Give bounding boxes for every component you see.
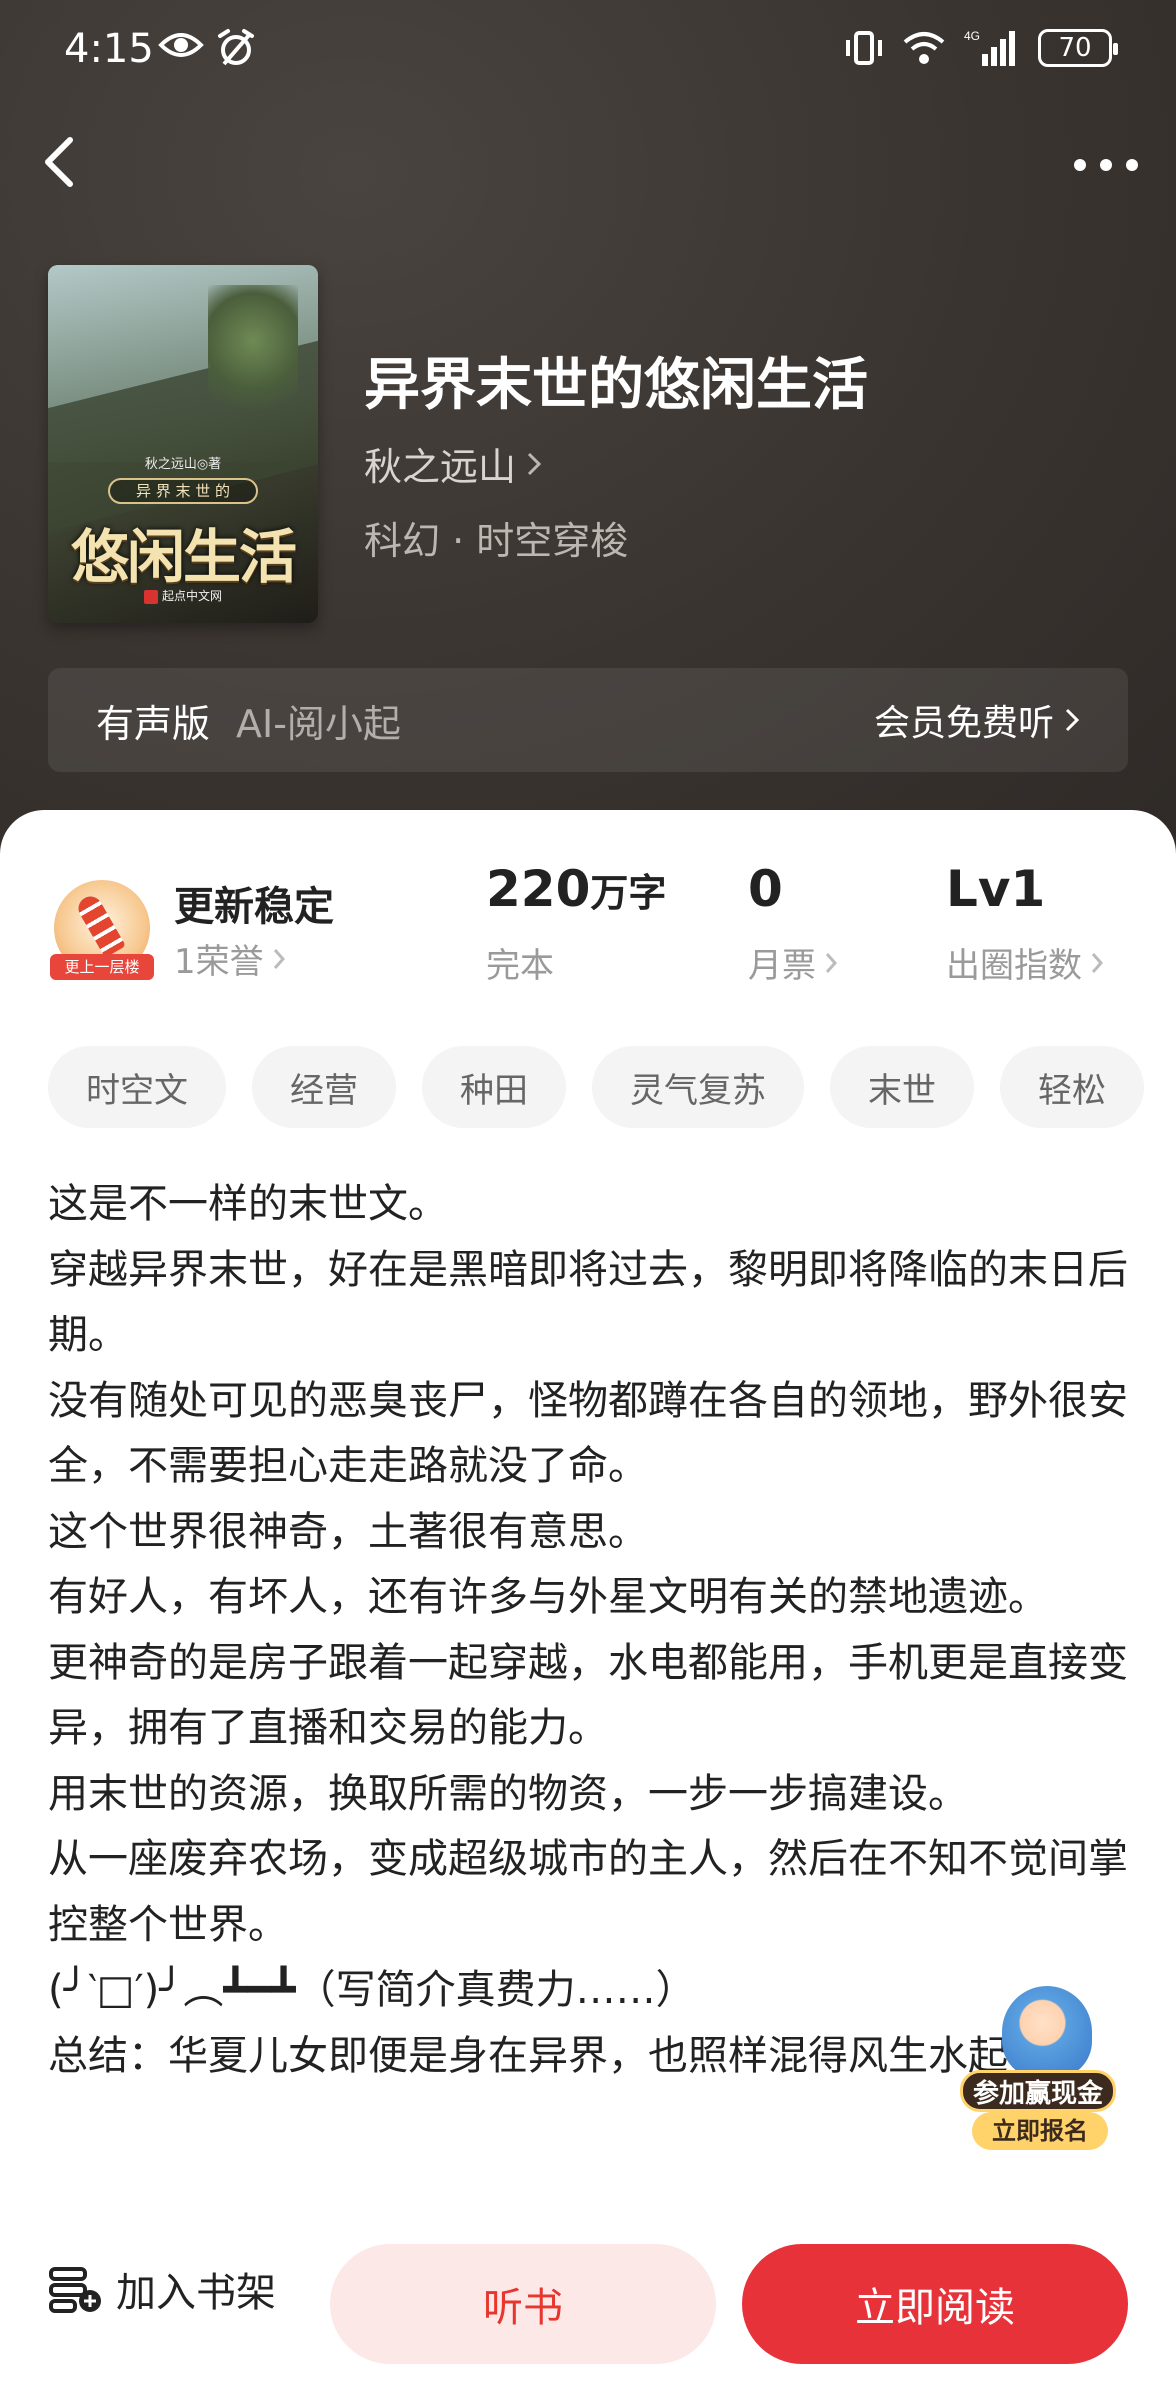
tag-chip[interactable]: 经营 — [252, 1046, 396, 1128]
completion-status: 完本 — [486, 938, 554, 987]
popularity-level-value: Lv1 — [946, 860, 1046, 918]
publisher-logo-icon — [143, 589, 158, 604]
promo-character-icon — [1002, 1986, 1092, 2078]
add-to-shelf-icon — [49, 2267, 101, 2313]
vibrate-icon — [846, 31, 882, 65]
cash-promo-float[interactable]: 参加赢现金 立即报名 — [960, 1986, 1120, 2156]
book-detail-card: 更上一层楼 更新稳定 1荣誉 220万字 完本 0 月票 Lv1 出圈指数 时空… — [0, 810, 1176, 2400]
tag-chip[interactable]: 种田 — [422, 1046, 566, 1128]
tag-chip[interactable]: 轻松 — [1000, 1046, 1144, 1128]
chevron-right-icon — [1065, 708, 1080, 732]
battery-indicator: 70 — [1038, 29, 1118, 67]
member-free-listen-label: 会员免费听 — [873, 703, 1054, 744]
status-time: 4:15 — [64, 26, 154, 72]
svg-text:4G: 4G — [964, 29, 980, 43]
description-paragraph: 这个世界很神奇，土著很有意思。 — [48, 1508, 648, 1555]
description-paragraph: 穿越异界末世，好在是黑暗即将过去，黎明即将降临的末日后期。 — [48, 1246, 1128, 1359]
book-author-name: 秋之远山 — [364, 445, 517, 489]
description-paragraph: 用末世的资源，换取所需的物资，一步一步搞建设。 — [48, 1770, 968, 1817]
book-author-link[interactable]: 秋之远山 — [364, 436, 542, 491]
description-paragraph: 有好人，有坏人，还有许多与外星文明有关的禁地遗迹。 — [48, 1574, 1048, 1620]
popularity-index-link[interactable]: 出圈指数 — [946, 938, 1104, 987]
cover-author-text: 秋之远山◎著 — [144, 457, 222, 472]
battery-level: 70 — [1058, 33, 1092, 63]
monthly-tickets-value: 0 — [748, 860, 783, 918]
monthly-tickets-link[interactable]: 月票 — [748, 938, 838, 987]
promo-title: 参加赢现金 — [960, 2070, 1116, 2112]
bottom-action-bar: 加入书架 听书 立即阅读 — [0, 2230, 1176, 2400]
read-now-button[interactable]: 立即阅读 — [742, 2244, 1128, 2364]
cellular-signal-icon: 4G — [964, 29, 1015, 66]
alarm-off-icon — [218, 29, 254, 66]
tag-list: 时空文 经营 种田 灵气复苏 末世 轻松 — [48, 1046, 1176, 1132]
honor-count-link[interactable]: 1荣誉 — [174, 934, 286, 983]
description-paragraph: 没有随处可见的恶臭丧尸，怪物都蹲在各自的领地，野外很安全，不需要担心走走路就没了… — [48, 1377, 1128, 1490]
wifi-icon — [903, 32, 945, 64]
chevron-right-icon — [273, 948, 285, 969]
back-arrow-icon[interactable] — [30, 130, 94, 194]
more-options-icon[interactable] — [1066, 135, 1146, 195]
tag-chip[interactable]: 时空文 — [48, 1046, 226, 1128]
cover-title-text: 悠闲生活 — [70, 523, 297, 591]
book-header: 4:15 4G 70 秋之远山◎著 异 界 末 世 的 悠闲生活 起点中文网 异… — [0, 0, 1176, 860]
description-paragraph: 更神奇的是房子跟着一起穿越，水电都能用，手机更是直接变异，拥有了直播和交易的能力… — [48, 1639, 1128, 1752]
completion-status-label: 完本 — [486, 946, 554, 986]
promo-signup-button[interactable]: 立即报名 — [972, 2112, 1108, 2150]
popularity-index-label: 出圈指数 — [946, 946, 1082, 986]
word-count: 220万字 — [486, 860, 666, 918]
honor-badge-ribbon: 更上一层楼 — [50, 954, 154, 980]
chevron-right-icon — [527, 452, 542, 475]
audio-version-bar[interactable]: 有声版 AI-阅小起 会员免费听 — [48, 668, 1128, 772]
book-cover[interactable]: 秋之远山◎著 异 界 末 世 的 悠闲生活 起点中文网 — [48, 265, 318, 623]
honor-count: 1荣誉 — [174, 942, 264, 982]
description-paragraph: 从一座废弃农场，变成超级城市的主人，然后在不知不觉间掌控整个世界。 — [48, 1836, 1128, 1948]
chevron-right-icon — [825, 952, 838, 973]
audio-narrator: AI-阅小起 — [236, 701, 401, 746]
eye-icon — [158, 33, 204, 57]
word-count-unit: 万字 — [590, 871, 667, 915]
tag-chip[interactable]: 灵气复苏 — [592, 1046, 804, 1128]
tag-chip[interactable]: 末世 — [830, 1046, 974, 1128]
audio-label: 有声版 — [96, 701, 211, 746]
status-bar: 4:15 4G 70 — [0, 22, 1176, 82]
book-genre: 科幻 · 时空穿梭 — [364, 519, 629, 563]
cover-publisher: 起点中文网 — [48, 587, 318, 604]
member-free-listen-link[interactable]: 会员免费听 — [874, 694, 1080, 746]
word-count-value: 220 — [486, 860, 591, 918]
monthly-tickets-label: 月票 — [748, 946, 816, 986]
add-to-shelf-label: 加入书架 — [116, 2270, 276, 2316]
description-paragraph: 这是不一样的末世文。 — [48, 1181, 448, 1227]
cover-publisher-text: 起点中文网 — [161, 589, 222, 603]
book-description[interactable]: 这是不一样的末世文。 穿越异界末世，好在是黑暗即将过去，黎明即将降临的末日后期。… — [48, 1172, 1128, 2089]
chevron-right-icon — [1091, 952, 1104, 973]
listen-book-button[interactable]: 听书 — [330, 2244, 716, 2364]
book-title: 异界末世的悠闲生活 — [364, 353, 868, 418]
honor-badge[interactable]: 更上一层楼 — [50, 880, 156, 980]
cover-subtitle-text: 异 界 末 世 的 — [108, 478, 258, 504]
add-to-shelf-button[interactable]: 加入书架 — [48, 2260, 276, 2318]
honor-title: 更新稳定 — [174, 884, 334, 930]
